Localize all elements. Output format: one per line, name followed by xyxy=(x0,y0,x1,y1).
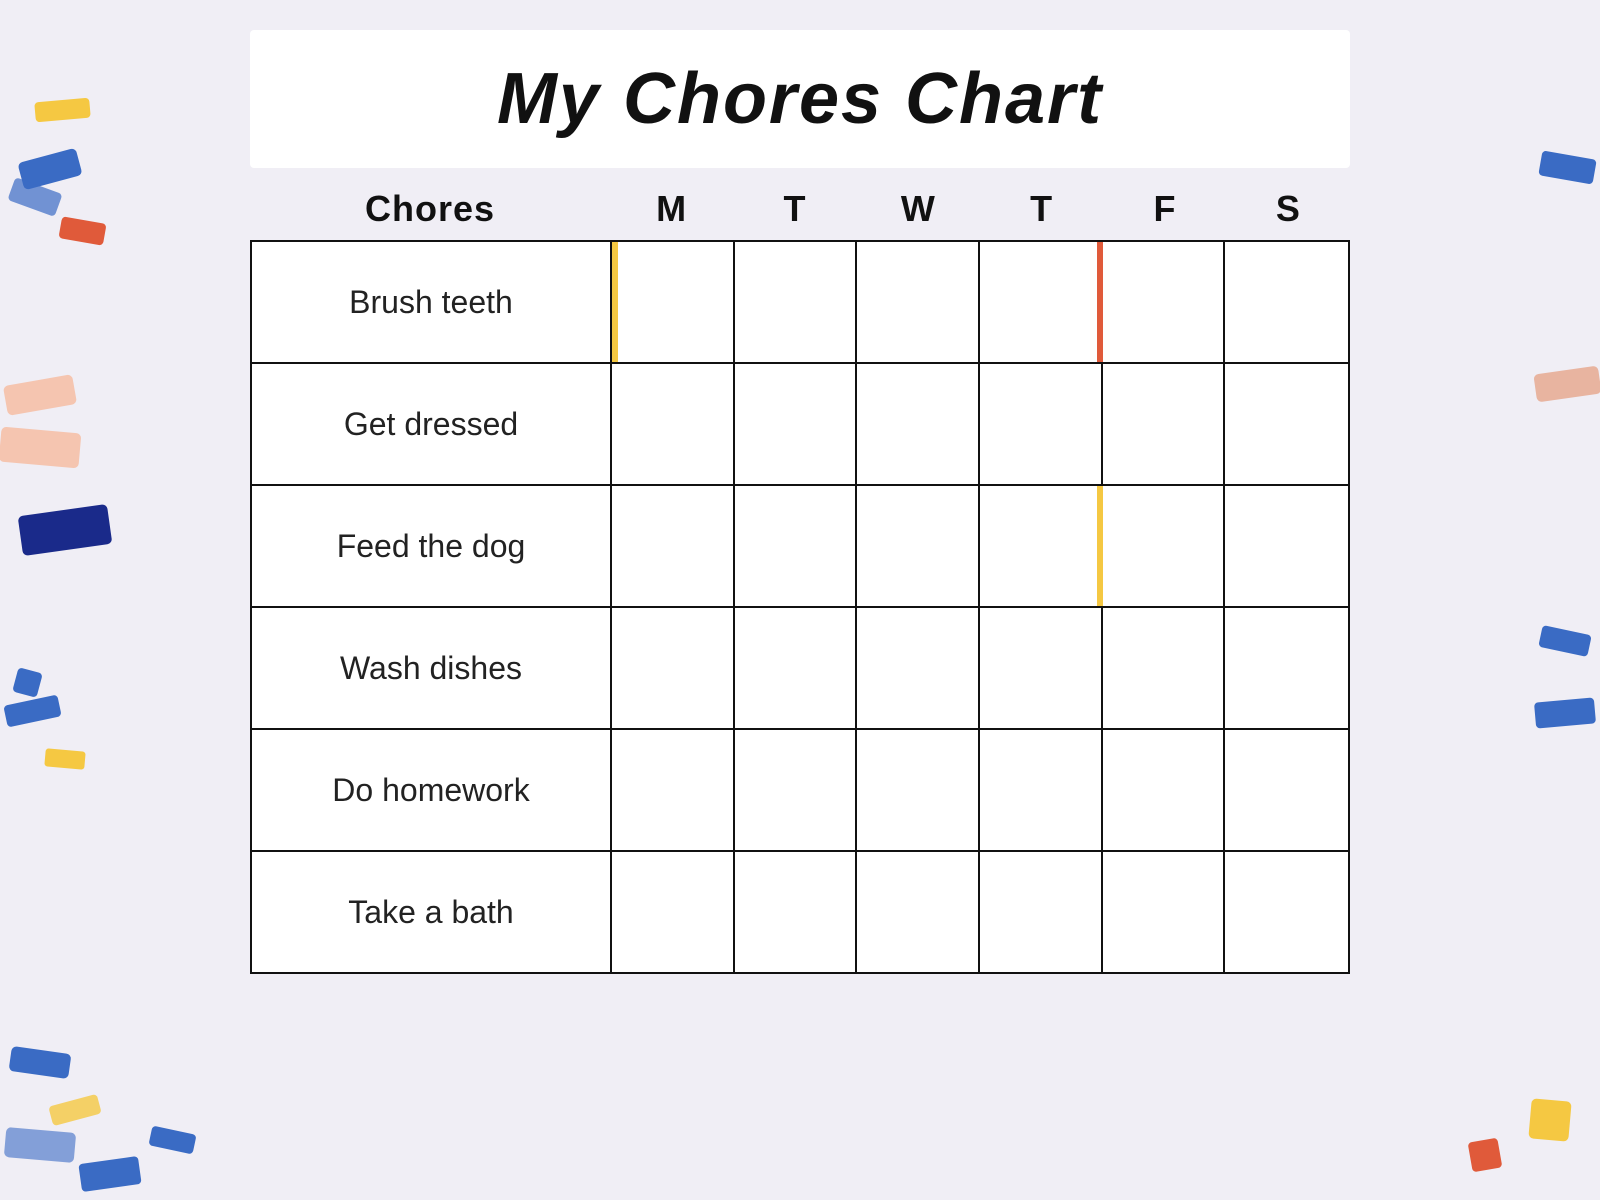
chore-label-brush-teeth: Brush teeth xyxy=(252,242,612,362)
day-cell[interactable] xyxy=(980,242,1103,362)
day-cell[interactable] xyxy=(980,608,1103,728)
title-box: My Chores Chart xyxy=(250,30,1350,168)
day-cell[interactable] xyxy=(1225,730,1348,850)
table-row: Brush teeth xyxy=(252,242,1348,364)
day-cell[interactable] xyxy=(857,486,980,606)
chore-label-do-homework: Do homework xyxy=(252,730,612,850)
day-cell[interactable] xyxy=(980,364,1103,484)
day-cell[interactable] xyxy=(1103,486,1226,606)
day-cell[interactable] xyxy=(1103,364,1226,484)
day-cell[interactable] xyxy=(612,608,735,728)
day-cell[interactable] xyxy=(857,730,980,850)
day-cell[interactable] xyxy=(1225,486,1348,606)
day-cell[interactable] xyxy=(980,486,1103,606)
header-day-s: S xyxy=(1227,188,1350,230)
day-cell[interactable] xyxy=(612,730,735,850)
table-row: Get dressed xyxy=(252,364,1348,486)
header-day-m: M xyxy=(610,188,733,230)
table-row: Feed the dog xyxy=(252,486,1348,608)
chart-header: Chores M T W T F S xyxy=(250,188,1350,240)
chore-label-get-dressed: Get dressed xyxy=(252,364,612,484)
table-row: Do homework xyxy=(252,730,1348,852)
day-cell[interactable] xyxy=(857,608,980,728)
day-cell[interactable] xyxy=(735,730,858,850)
chore-label-take-bath: Take a bath xyxy=(252,852,612,972)
day-cell[interactable] xyxy=(1225,242,1348,362)
day-cell[interactable] xyxy=(612,242,735,362)
day-cell[interactable] xyxy=(1225,364,1348,484)
header-day-t1: T xyxy=(733,188,856,230)
day-cell[interactable] xyxy=(735,242,858,362)
day-cell[interactable] xyxy=(612,364,735,484)
chore-label-wash-dishes: Wash dishes xyxy=(252,608,612,728)
header-chores: Chores xyxy=(250,188,610,230)
day-cell[interactable] xyxy=(1225,852,1348,972)
table-row: Take a bath xyxy=(252,852,1348,972)
day-cell[interactable] xyxy=(735,852,858,972)
header-day-f: F xyxy=(1103,188,1226,230)
page-title: My Chores Chart xyxy=(290,58,1310,140)
page-wrapper: My Chores Chart Chores M T W T F S Brush… xyxy=(0,0,1600,1200)
day-cell[interactable] xyxy=(980,852,1103,972)
day-cell[interactable] xyxy=(735,608,858,728)
day-cell[interactable] xyxy=(1225,608,1348,728)
day-cell[interactable] xyxy=(980,730,1103,850)
day-cell[interactable] xyxy=(1103,730,1226,850)
day-cell[interactable] xyxy=(735,486,858,606)
header-day-t2: T xyxy=(980,188,1103,230)
chart-grid: Brush teeth Get dressed Feed the xyxy=(250,240,1350,974)
chore-label-feed-dog: Feed the dog xyxy=(252,486,612,606)
day-cell[interactable] xyxy=(1103,242,1226,362)
day-cell[interactable] xyxy=(857,364,980,484)
day-cell[interactable] xyxy=(1103,852,1226,972)
table-row: Wash dishes xyxy=(252,608,1348,730)
chart-container: Chores M T W T F S Brush teeth Get dress… xyxy=(250,188,1350,974)
day-cell[interactable] xyxy=(1103,608,1226,728)
day-cell[interactable] xyxy=(857,242,980,362)
day-cell[interactable] xyxy=(612,852,735,972)
day-cell[interactable] xyxy=(612,486,735,606)
day-cell[interactable] xyxy=(735,364,858,484)
header-day-w: W xyxy=(857,188,980,230)
day-cell[interactable] xyxy=(857,852,980,972)
